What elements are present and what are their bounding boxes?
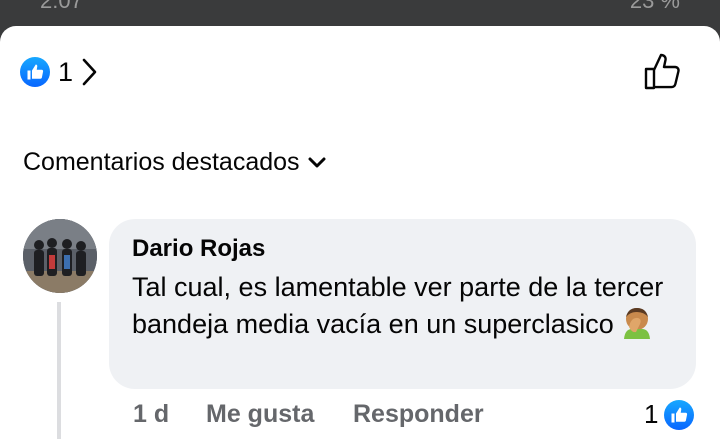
status-battery: 23 %: [629, 0, 680, 13]
reply-button[interactable]: Responder: [353, 400, 484, 429]
thread-line: [57, 302, 61, 439]
reactions-summary[interactable]: 1: [20, 57, 97, 87]
comments-sheet: 1 Comentarios destacados Dario Rojas Tal…: [0, 26, 720, 439]
comment-like-count[interactable]: 1: [644, 399, 695, 430]
comment-time: 1 d: [133, 400, 170, 428]
chevron-right-icon[interactable]: [81, 57, 97, 87]
like-icon: [664, 399, 695, 430]
face-palm-emoji: [620, 305, 654, 348]
comment-text-content: Tal cual, es lamentable ver parte de la …: [132, 272, 664, 339]
like-button[interactable]: Me gusta: [206, 400, 314, 429]
comment-author[interactable]: Dario Rojas: [132, 235, 265, 263]
comment-bubble[interactable]: Dario Rojas Tal cual, es lamentable ver …: [109, 219, 696, 389]
status-time: 2:07: [40, 0, 83, 13]
comment-like-count-number: 1: [644, 399, 659, 429]
status-bar: 2:07 23 %: [0, 0, 720, 24]
comment-text: Tal cual, es lamentable ver parte de la …: [132, 269, 672, 348]
reaction-count: 1: [58, 56, 74, 87]
like-icon: [20, 57, 50, 87]
avatar[interactable]: [23, 219, 97, 293]
chevron-down-icon: [308, 157, 326, 169]
thumbs-up-outline-icon[interactable]: [642, 50, 684, 97]
section-title-label: Comentarios destacados: [23, 148, 300, 176]
section-title[interactable]: Comentarios destacados: [23, 148, 326, 177]
